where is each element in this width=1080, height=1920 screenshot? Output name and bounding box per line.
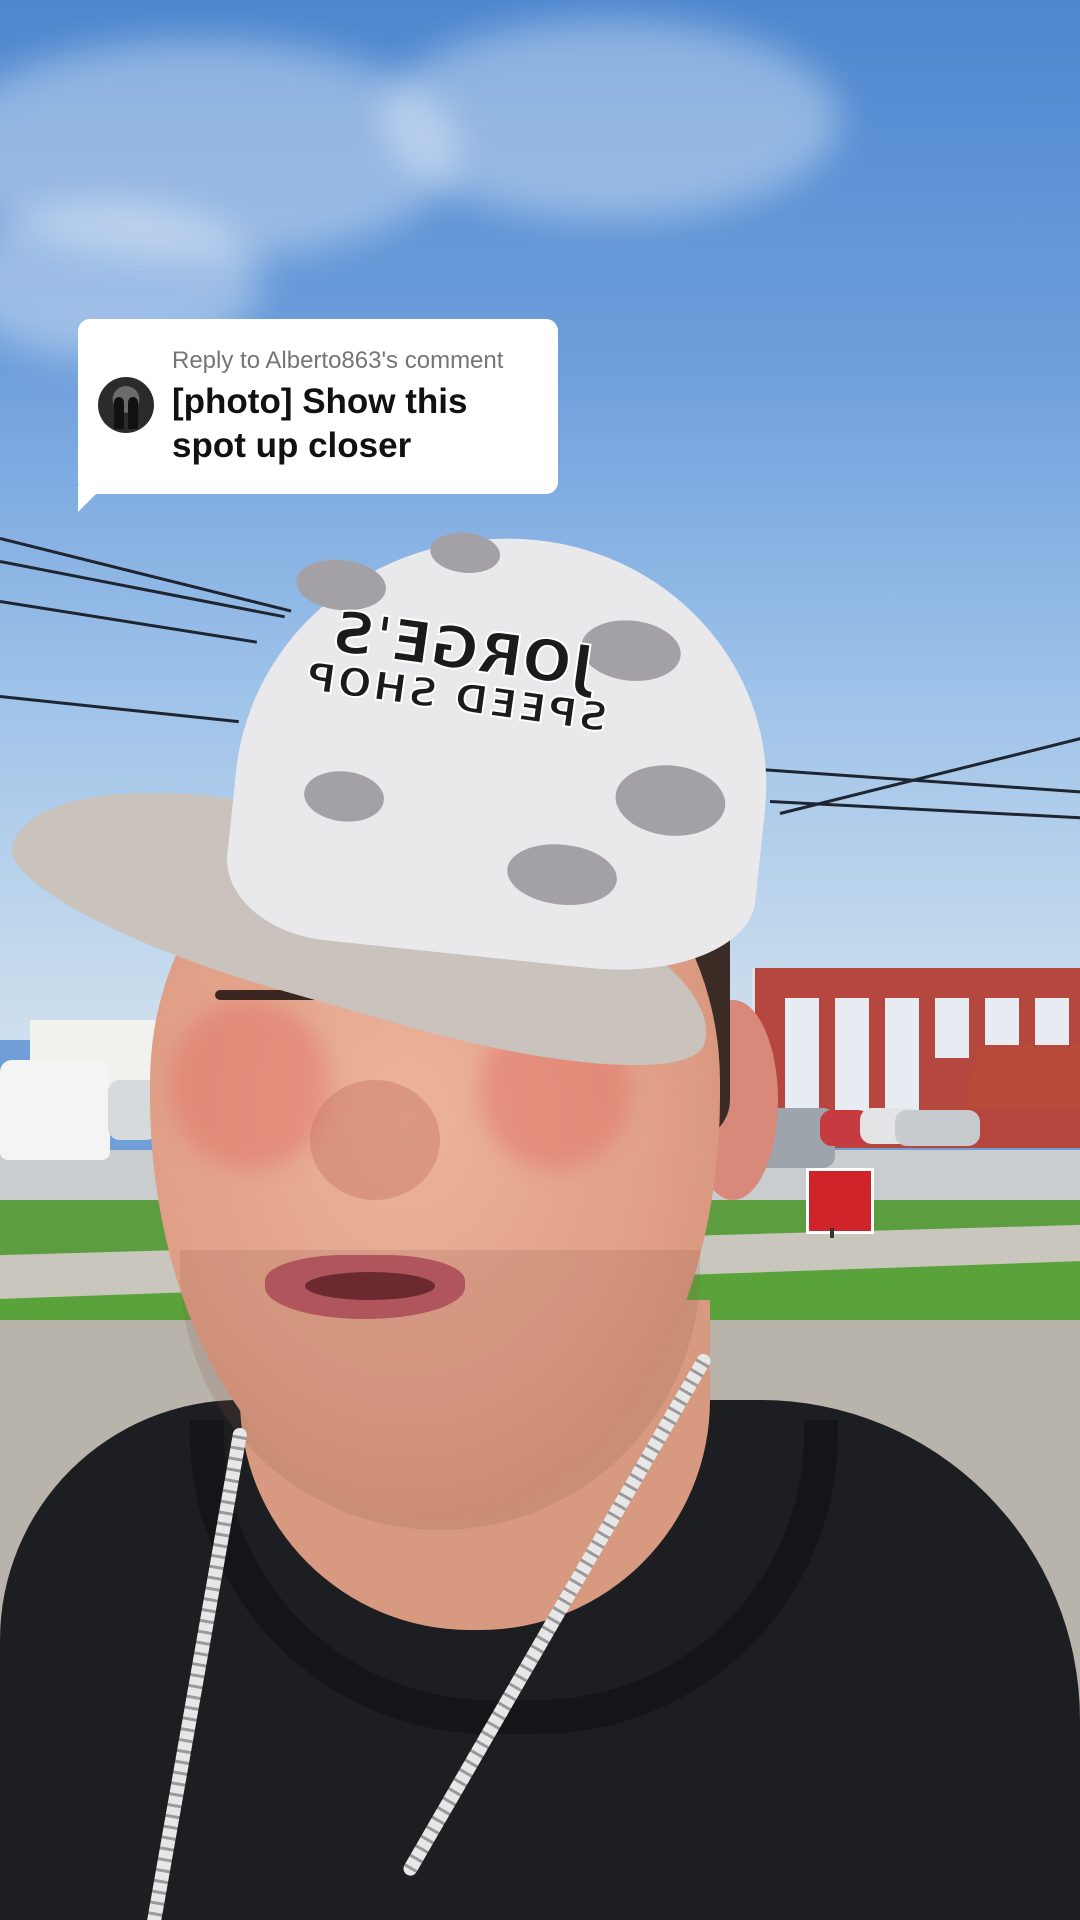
reply-to-label: Reply to Alberto863's comment — [172, 347, 504, 374]
reply-bubble-tail — [78, 486, 104, 512]
sign-post — [830, 1228, 834, 1238]
video-frame[interactable]: JORGE'S SPEED SHOP — [0, 0, 1080, 1920]
shop-roof — [965, 1045, 1080, 1107]
truck — [0, 1060, 110, 1160]
user-avatar-icon[interactable] — [98, 377, 154, 433]
open-sign — [806, 1168, 874, 1234]
reply-comment-text: [photo] Show this spot up closer — [172, 382, 468, 465]
cheek — [170, 1000, 330, 1170]
cloud — [380, 20, 840, 220]
mouth-inner — [305, 1272, 435, 1300]
nose — [310, 1080, 440, 1200]
car — [895, 1110, 980, 1146]
